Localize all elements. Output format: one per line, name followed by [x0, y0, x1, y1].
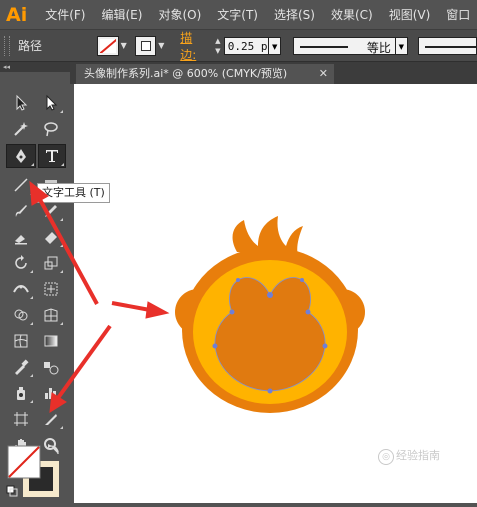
width-tool-icon[interactable] [8, 278, 34, 300]
panel-collapse-icon[interactable]: ◂◂ [0, 62, 70, 72]
menu-list: 文件(F) 编辑(E) 对象(O) 文字(T) 选择(S) 效果(C) 视图(V… [37, 0, 477, 30]
menu-edit[interactable]: 编辑(E) [94, 0, 151, 30]
eraser-tool-icon[interactable] [38, 226, 64, 248]
document-tab-bar: 头像制作系列.ai* @ 600% (CMYK/预览) ✕ [70, 62, 477, 84]
menu-type[interactable]: 文字(T) [209, 0, 266, 30]
perspective-grid-tool-icon[interactable] [38, 304, 64, 326]
stroke-label[interactable]: 描边: [180, 29, 208, 63]
menu-select[interactable]: 选择(S) [266, 0, 323, 30]
fill-color-box[interactable] [7, 445, 41, 479]
swap-fill-stroke-icon[interactable] [48, 444, 59, 455]
scale-tool-icon[interactable] [38, 252, 64, 274]
menu-window[interactable]: 窗口 [438, 0, 477, 30]
mesh-tool-icon[interactable] [8, 330, 34, 352]
stroke-dropdown-icon[interactable]: ▼ [156, 36, 166, 56]
magic-wand-tool-icon[interactable] [8, 118, 34, 140]
profile-line [300, 45, 349, 48]
stroke-stepper-icon[interactable]: ▲ ▼ [212, 36, 224, 56]
menu-view[interactable]: 视图(V) [381, 0, 439, 30]
profile-label: 等比 [366, 40, 391, 55]
line-segment-tool-icon[interactable] [8, 174, 34, 196]
selection-tool-icon[interactable] [8, 92, 34, 114]
brush-definition[interactable] [417, 36, 477, 55]
blend-tool-icon[interactable] [38, 356, 64, 378]
rotate-tool-icon[interactable] [8, 252, 34, 274]
menu-effect[interactable]: 效果(C) [323, 0, 381, 30]
pencil-tool-icon[interactable] [38, 200, 64, 222]
watermark: ◎ 经验指南 [378, 447, 440, 465]
fill-stroke-widget [6, 442, 64, 502]
artboard-tool-icon[interactable] [8, 408, 34, 430]
control-bar: 路径 ▼ ▼ 描边: ▲ ▼ 0.25 p ▼ 等比 ▼ [0, 30, 477, 62]
slice-tool-icon[interactable] [38, 408, 64, 430]
document-tab-title: 头像制作系列.ai* @ 600% (CMYK/预览) [84, 67, 288, 80]
stroke-swatch[interactable] [134, 35, 157, 56]
variable-width-profile[interactable]: 等比 [293, 36, 396, 55]
column-graph-tool-icon[interactable] [38, 382, 64, 404]
type-tool-icon[interactable] [38, 144, 66, 168]
watermark-text: 经验指南 [396, 449, 440, 462]
gradient-tool-icon[interactable] [38, 330, 64, 352]
stroke-square-icon [140, 40, 151, 51]
watermark-logo-icon: ◎ [378, 449, 394, 465]
free-transform-tool-icon[interactable] [38, 278, 64, 300]
tool-tooltip: 文字工具 (T) [37, 183, 110, 203]
none-fill-icon [99, 38, 116, 53]
menu-file[interactable]: 文件(F) [37, 0, 93, 30]
blob-brush-tool-icon[interactable] [8, 226, 34, 248]
paintbrush-tool-icon[interactable] [8, 200, 34, 222]
tools-panel: ◂◂ [0, 62, 70, 503]
direct-selection-tool-icon[interactable] [38, 92, 64, 114]
close-tab-icon[interactable]: ✕ [319, 64, 328, 84]
document-tab[interactable]: 头像制作系列.ai* @ 600% (CMYK/预览) ✕ [76, 64, 334, 84]
fill-dropdown-icon[interactable]: ▼ [119, 36, 129, 56]
fill-swatch[interactable] [96, 35, 119, 56]
stroke-weight-dropdown-icon[interactable]: ▼ [269, 36, 282, 55]
panel-grip[interactable] [4, 35, 10, 56]
selection-type-label: 路径 [17, 39, 42, 53]
monkey-artwork [175, 216, 365, 413]
app-logo: Ai [6, 3, 28, 26]
artboard-canvas[interactable] [74, 84, 477, 503]
lasso-tool-icon[interactable] [38, 118, 64, 140]
profile-dropdown-icon[interactable]: ▼ [395, 36, 408, 55]
shape-builder-tool-icon[interactable] [8, 304, 34, 326]
pen-tool-icon[interactable] [6, 144, 36, 168]
stroke-weight-input[interactable]: 0.25 p [223, 36, 270, 55]
menu-object[interactable]: 对象(O) [150, 0, 209, 30]
eyedropper-tool-icon[interactable] [8, 356, 34, 378]
default-colors-icon[interactable] [6, 485, 18, 497]
brush-line [424, 45, 477, 48]
menubar: Ai 文件(F) 编辑(E) 对象(O) 文字(T) 选择(S) 效果(C) 视… [0, 0, 477, 30]
symbol-sprayer-tool-icon[interactable] [8, 382, 34, 404]
